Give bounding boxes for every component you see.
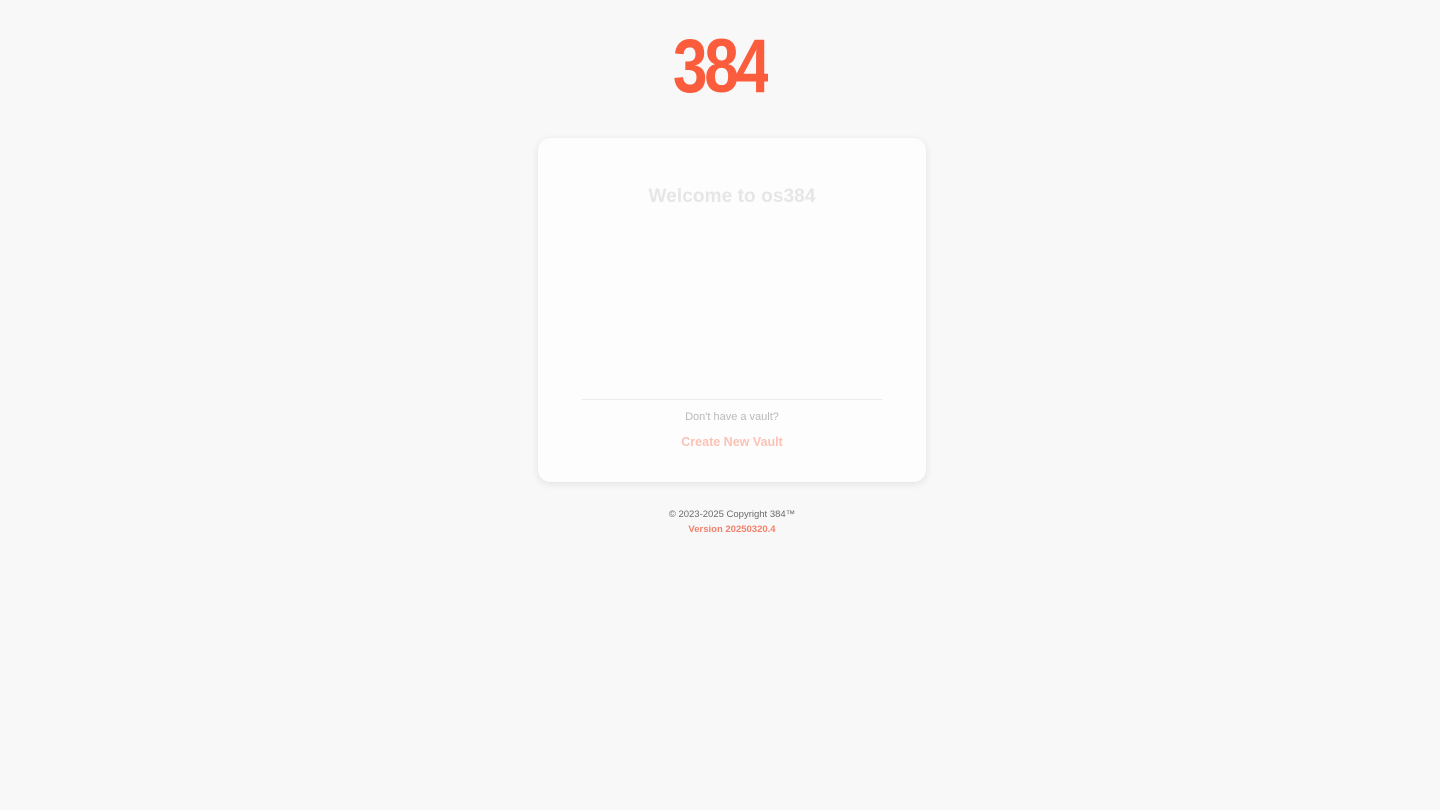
logo-text: 384 [673,26,768,98]
version-label: Version 20250320.4 [688,524,776,535]
create-vault-link[interactable]: Create New Vault [538,435,926,449]
login-card: Welcome to os384 Don't have a vault? Cre… [538,138,926,482]
divider [582,399,882,400]
copyright-text: © 2023-2025 Copyright 384™ [668,509,796,520]
no-vault-prompt: Don't have a vault? [685,411,779,423]
brand-logo: 384 [672,26,768,98]
welcome-title: Welcome to os384 [648,186,816,207]
